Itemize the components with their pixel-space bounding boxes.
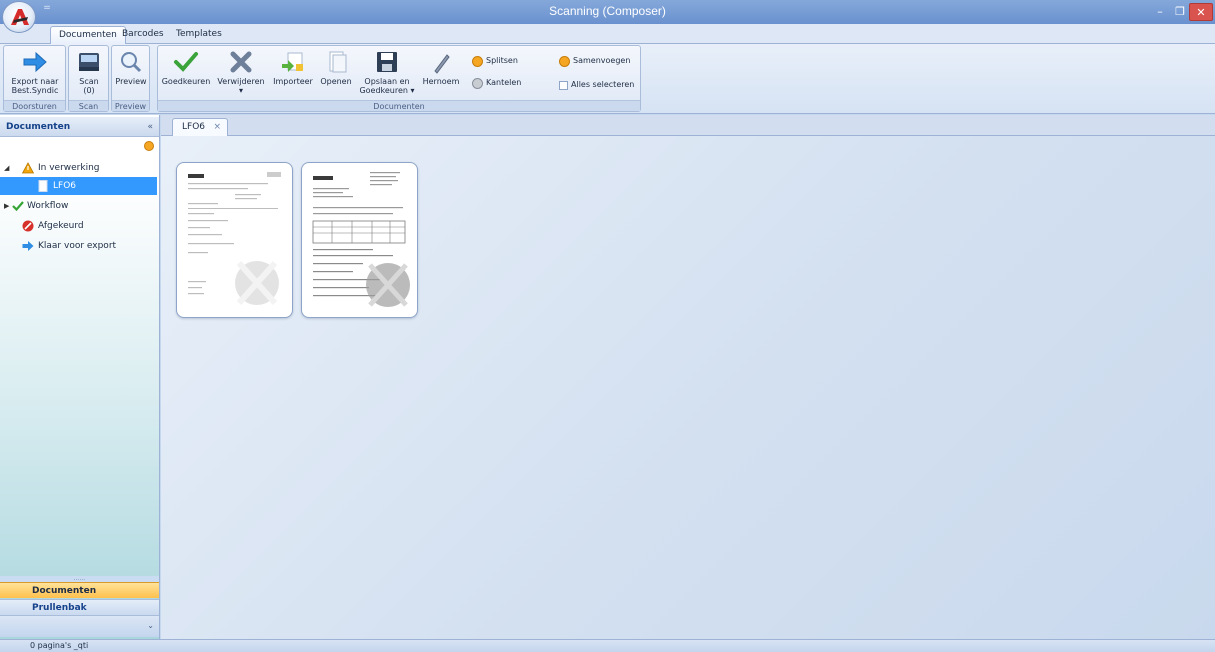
- rename-button[interactable]: Hernoem: [420, 49, 462, 86]
- pencil-icon: [434, 54, 450, 74]
- save-label-2: Goedkeuren ▾: [359, 86, 415, 95]
- approve-label: Goedkeuren: [161, 77, 211, 86]
- reject-icon: [22, 220, 34, 232]
- arrow-right-icon: [22, 241, 34, 251]
- document-tab-bar: LFO6 ×: [161, 115, 1215, 136]
- select-all-checkbox[interactable]: Alles selecteren: [559, 79, 634, 91]
- rename-label: Hernoem: [422, 77, 460, 86]
- tree-item-label: Afgekeurd: [38, 221, 84, 231]
- application-menu-button[interactable]: [2, 1, 36, 33]
- select-all-label: Alles selecteren: [571, 80, 635, 89]
- merge-label: Samenvoegen: [573, 56, 631, 65]
- tree-item-workflow[interactable]: ▶ Workflow: [0, 197, 157, 215]
- tree-item-klaar-voor-export[interactable]: Klaar voor export: [0, 237, 157, 255]
- document-icon: [38, 180, 48, 192]
- rotate-button[interactable]: Kantelen: [472, 77, 521, 89]
- delete-button[interactable]: Verwijderen ▾: [215, 49, 267, 95]
- split-button[interactable]: Splitsen: [472, 55, 518, 67]
- tab-lfo6[interactable]: LFO6 ×: [172, 118, 228, 136]
- arrow-right-icon: [23, 51, 47, 73]
- app-logo-icon: [11, 9, 29, 25]
- checkmark-icon: [174, 52, 198, 72]
- nav-options-icon[interactable]: ⌄: [147, 621, 154, 630]
- tree-item-label: Workflow: [27, 201, 69, 211]
- open-label: Openen: [320, 77, 352, 86]
- page-thumbnail-1[interactable]: [176, 162, 293, 318]
- export-label-2: Best.Syndic: [11, 86, 59, 95]
- preview-button[interactable]: Preview: [113, 49, 149, 86]
- tree-item-in-verwerking[interactable]: ◢ In verwerking: [0, 159, 157, 177]
- close-button[interactable]: ✕: [1189, 3, 1213, 21]
- group-label-preview: Preview: [112, 100, 149, 111]
- approve-button[interactable]: Goedkeuren: [160, 49, 212, 86]
- maximize-button[interactable]: ❐: [1170, 3, 1190, 21]
- export-button[interactable]: Export naar Best.Syndic: [6, 49, 64, 95]
- tab-label: LFO6: [182, 122, 206, 132]
- status-bar: 0 pagina's _qti: [0, 639, 1215, 652]
- tree-item-afgekeurd[interactable]: Afgekeurd: [0, 217, 157, 235]
- page-thumbnail-2[interactable]: [301, 162, 418, 318]
- import-button[interactable]: Importeer: [272, 49, 314, 86]
- tree-item-lfo6[interactable]: LFO6: [0, 177, 157, 195]
- magnifier-icon: [121, 52, 142, 73]
- preview-label: Preview: [115, 77, 147, 86]
- open-button[interactable]: Openen: [317, 49, 355, 86]
- ribbon-group-forward: Export naar Best.Syndic Doorsturen: [3, 45, 66, 112]
- panel-title: Documenten: [6, 122, 71, 132]
- rotate-label: Kantelen: [486, 78, 522, 87]
- title-bar: = Scanning (Composer) – ❐ ✕: [0, 0, 1215, 24]
- left-panel: Documenten « ◢ In verwerking LFO6 ▶ Work…: [0, 115, 160, 639]
- delete-label: Verwijderen: [217, 77, 265, 86]
- tab-barcodes[interactable]: Barcodes: [114, 26, 172, 44]
- nav-documenten[interactable]: Documenten: [0, 582, 159, 598]
- merge-icon: [559, 55, 570, 67]
- save-label-1: Opslaan en: [364, 77, 410, 86]
- export-label-1: Export naar: [11, 77, 59, 86]
- ribbon-group-scan: Scan (0) Scan: [68, 45, 109, 112]
- delete-dropdown-icon[interactable]: ▾: [239, 86, 243, 95]
- group-label-documents: Documenten: [158, 100, 640, 111]
- expander-icon[interactable]: ◢: [4, 159, 12, 177]
- delete-x-icon: [230, 51, 252, 73]
- tab-templates[interactable]: Templates: [168, 26, 230, 44]
- import-icon: [282, 52, 303, 72]
- checkbox-icon[interactable]: [559, 80, 568, 90]
- status-text: 0 pagina's _qti: [30, 641, 89, 650]
- expander-icon[interactable]: ▶: [4, 197, 12, 215]
- split-icon: [472, 55, 483, 67]
- import-label: Importeer: [273, 77, 313, 86]
- group-label-forward: Doorsturen: [4, 100, 65, 111]
- scan-label: Scan: [79, 77, 99, 86]
- open-document-icon: [329, 51, 347, 73]
- scanned-page-image: [185, 169, 286, 313]
- panel-header: Documenten «: [0, 117, 159, 137]
- scanned-page-image: [310, 169, 411, 313]
- ribbon-group-documents: Goedkeuren Verwijderen ▾ Importeer Opene…: [157, 45, 641, 112]
- checkmark-icon: [12, 201, 24, 212]
- navigation-footer: ⌄: [0, 615, 159, 637]
- nav-prullenbak[interactable]: Prullenbak: [0, 599, 159, 615]
- tree-item-label: In verwerking: [38, 163, 100, 173]
- close-tab-icon[interactable]: ×: [213, 119, 221, 135]
- window-title: Scanning (Composer): [549, 4, 666, 18]
- collapse-panel-button[interactable]: «: [147, 117, 153, 137]
- refresh-icon[interactable]: [144, 141, 154, 151]
- warning-icon: [22, 162, 34, 174]
- tree-item-label: Klaar voor export: [38, 241, 117, 251]
- ribbon: Export naar Best.Syndic Doorsturen Scan …: [0, 44, 1215, 114]
- scanner-icon: [79, 53, 99, 71]
- scan-button[interactable]: Scan (0): [71, 49, 107, 95]
- ribbon-tab-strip: Documenten Barcodes Templates: [0, 24, 1215, 44]
- scan-count: (0): [83, 86, 95, 95]
- ribbon-group-preview: Preview Preview: [111, 45, 150, 112]
- save-approve-button[interactable]: Opslaan en Goedkeuren ▾: [358, 49, 416, 95]
- minimize-button[interactable]: –: [1150, 3, 1170, 21]
- group-label-scan: Scan: [69, 100, 108, 111]
- split-label: Splitsen: [486, 56, 518, 65]
- save-disk-icon: [377, 52, 397, 72]
- rotate-icon: [472, 77, 483, 89]
- merge-button[interactable]: Samenvoegen: [559, 55, 630, 67]
- tree-item-label: LFO6: [53, 181, 77, 191]
- main-area: LFO6 ×: [161, 115, 1215, 639]
